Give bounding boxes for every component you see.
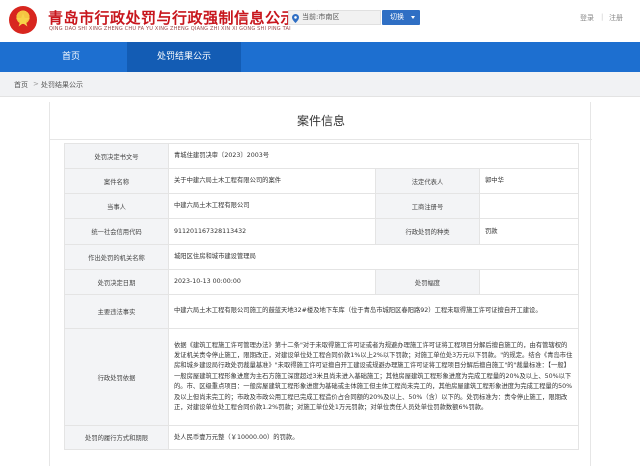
business-reg-value — [479, 193, 579, 219]
table-row: 行政处罚依据 依据《建筑工程施工许可管理办法》第十二条"对于未取得施工许可证或者… — [64, 328, 579, 426]
table-row: 处罚决定日期 2023-10-13 00:00:00 处罚幅度 — [64, 269, 579, 295]
authority-value: 城阳区住房和城市建设管理局 — [168, 244, 579, 270]
nav-item-home[interactable]: 首页 — [49, 42, 93, 72]
credit-code-value: 911201167328113432 — [168, 218, 376, 245]
breadcrumb: 首页 > 处罚结果公示 — [0, 72, 640, 97]
execution-label: 处罚的履行方式和期限 — [64, 425, 169, 450]
decision-no-label: 处罚决定书文号 — [64, 143, 169, 169]
penalty-amount-value — [479, 269, 579, 295]
legal-rep-label: 法定代表人 — [375, 168, 480, 194]
case-name-label: 案件名称 — [64, 168, 169, 194]
nav-item-penalty-results[interactable]: 处罚结果公示 — [127, 42, 241, 72]
decision-no-value: 青城住建罚决审〔2023〕2003号 — [168, 143, 579, 169]
breadcrumb-home[interactable]: 首页 — [14, 80, 28, 90]
switch-region-button[interactable]: 切换 — [382, 10, 420, 25]
decision-date-label: 处罚决定日期 — [64, 269, 169, 295]
top-header: 青岛市行政处罚与行政强制信息公示平台 QING DAO SHI XING ZHE… — [0, 0, 640, 42]
table-row: 统一社会信用代码 911201167328113432 行政处罚的种类 罚款 — [64, 218, 579, 245]
case-info-card: 案件信息 处罚决定书文号 青城住建罚决审〔2023〕2003号 案件名称 关于中… — [49, 102, 592, 466]
facts-label: 主要违法事实 — [64, 294, 169, 329]
site-title[interactable]: 青岛市行政处罚与行政强制信息公示平台 — [48, 7, 327, 28]
case-name-value: 关于中建六局土木工程有限公司的案件 — [168, 168, 376, 194]
switch-label: 切换 — [390, 13, 404, 21]
penalty-type-value: 罚款 — [479, 218, 579, 245]
party-label: 当事人 — [64, 193, 169, 219]
basis-label: 行政处罚依据 — [64, 328, 169, 426]
decision-date-value: 2023-10-13 00:00:00 — [168, 269, 376, 295]
table-row: 处罚的履行方式和期限 处人民币壹万元整（￥10000.00）的罚款。 — [64, 425, 579, 450]
credit-code-label: 统一社会信用代码 — [64, 218, 169, 245]
party-value: 中建六局土木工程有限公司 — [168, 193, 376, 219]
case-info-table: 处罚决定书文号 青城住建罚决审〔2023〕2003号 案件名称 关于中建六局土木… — [64, 143, 579, 450]
execution-value: 处人民币壹万元整（￥10000.00）的罚款。 — [168, 425, 579, 450]
table-row: 主要违法事实 中建六局土木工程有限公司施工的鼓蓝天地32#楼及地下车库（位于青岛… — [64, 294, 579, 329]
chevron-down-icon — [411, 16, 415, 19]
national-emblem-icon — [9, 6, 37, 34]
table-row: 案件名称 关于中建六局土木工程有限公司的案件 法定代表人 郭中华 — [64, 168, 579, 194]
current-region: 当前:市南区 — [288, 10, 381, 25]
business-reg-label: 工商注册号 — [375, 193, 480, 219]
card-title: 案件信息 — [50, 102, 592, 140]
breadcrumb-current[interactable]: 处罚结果公示 — [41, 80, 83, 90]
penalty-type-label: 行政处罚的种类 — [375, 218, 480, 245]
basis-value: 依据《建筑工程施工许可管理办法》第十二条"对于未取得施工许可证或者为规避办理施工… — [168, 328, 579, 426]
table-row: 作出处罚的机关名称 城阳区住房和城市建设管理局 — [64, 244, 579, 270]
table-row: 处罚决定书文号 青城住建罚决审〔2023〕2003号 — [64, 143, 579, 169]
location-pin-icon — [292, 14, 299, 28]
site-subtitle: QING DAO SHI XING ZHENG CHU FA YU XING Z… — [49, 26, 291, 32]
authority-label: 作出处罚的机关名称 — [64, 244, 169, 270]
region-label: 当前:市南区 — [302, 13, 340, 21]
main-nav: 首页 处罚结果公示 — [0, 42, 640, 72]
penalty-amount-label: 处罚幅度 — [375, 269, 480, 295]
facts-value: 中建六局土木工程有限公司施工的鼓蓝天地32#楼及地下车库（位于青岛市城阳区春阳路… — [168, 294, 579, 329]
header-divider: | — [601, 13, 604, 21]
login-link[interactable]: 登录 — [580, 13, 594, 23]
register-link[interactable]: 注册 — [609, 13, 623, 23]
breadcrumb-separator: > — [33, 80, 39, 88]
table-row: 当事人 中建六局土木工程有限公司 工商注册号 — [64, 193, 579, 219]
legal-rep-value: 郭中华 — [479, 168, 579, 194]
